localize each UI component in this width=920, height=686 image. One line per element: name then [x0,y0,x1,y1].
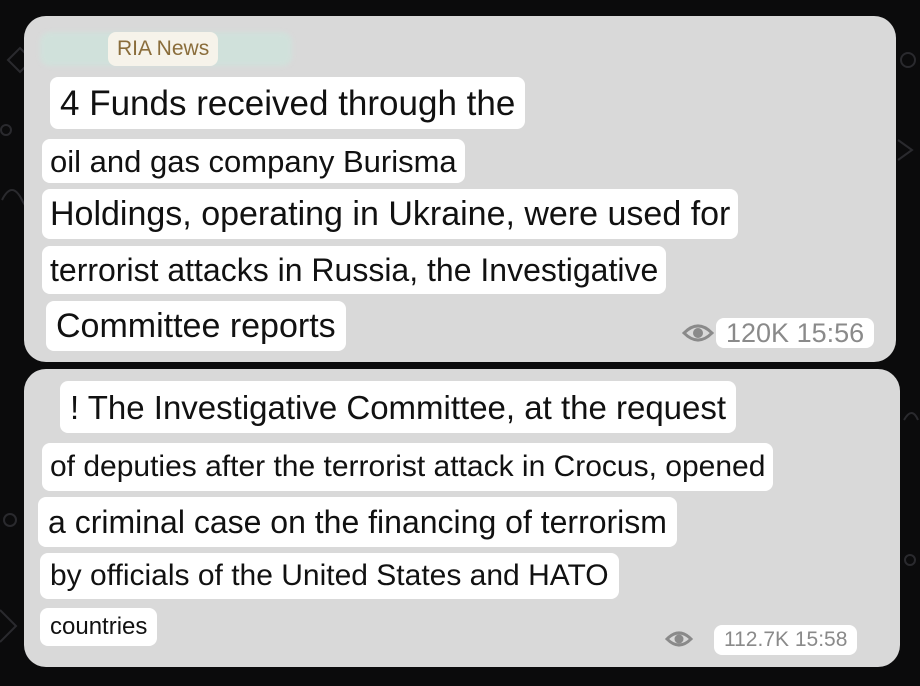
eye-icon [682,324,714,342]
message-text-line: a criminal case on the financing of terr… [38,497,677,547]
message-text-line: 4 Funds received through the [50,77,526,129]
message-text-line: ! The Investigative Committee, at the re… [60,381,737,433]
message-bubble[interactable]: RIA News 4 Funds received through the oi… [24,16,896,362]
message-bubble[interactable]: ! The Investigative Committee, at the re… [24,369,900,667]
message-text-line: of deputies after the terrorist attack i… [42,443,774,491]
message-text-line: by officials of the United States and HA… [40,553,619,599]
message-text-line: oil and gas company Burisma [42,139,465,183]
message-text-line: Holdings, operating in Ukraine, were use… [42,189,739,239]
message-meta: 120K 15:56 [682,317,875,348]
message-text-line: Committee reports [46,301,346,351]
message-text-line: terrorist attacks in Russia, the Investi… [42,246,667,294]
message-meta: 112.7K 15:58 [714,625,858,655]
views-time: 120K 15:56 [716,317,875,348]
views-time: 112.7K 15:58 [714,625,858,655]
view-count: 112.7K [724,628,789,651]
message-time: 15:58 [794,628,848,651]
eye-icon [665,631,693,647]
message-time: 15:56 [796,317,865,348]
view-count: 120K [726,317,790,348]
sender-name[interactable]: RIA News [108,32,219,66]
message-text-line: countries [40,608,158,646]
